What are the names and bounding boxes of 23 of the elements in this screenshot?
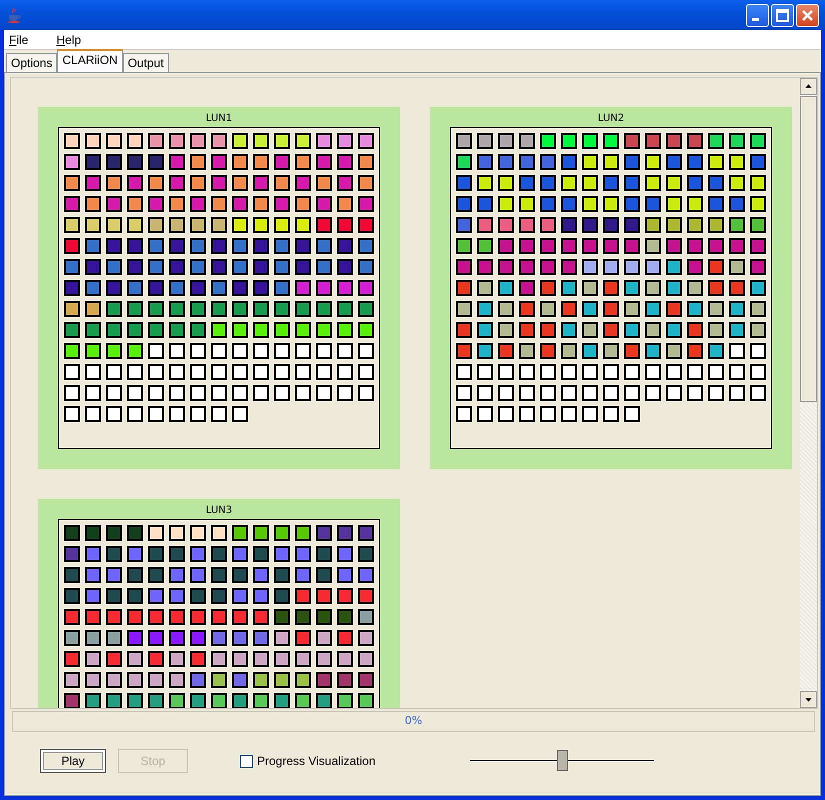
scrollbar-thumb[interactable]	[800, 96, 817, 402]
tab[interactable]: Output	[122, 53, 169, 72]
close-button[interactable]	[796, 4, 819, 26]
panel-title: LUN1	[206, 112, 232, 126]
coffee-cup-icon	[6, 7, 22, 23]
scroll-down-button[interactable]	[800, 691, 817, 708]
push-button[interactable]: Play	[40, 749, 106, 773]
maximize-button[interactable]	[771, 4, 794, 26]
checkbox[interactable]	[240, 754, 253, 768]
panel-title: LUN3	[206, 504, 232, 518]
slider-thumb[interactable]	[556, 750, 568, 771]
tab[interactable]: CLARiiON	[57, 49, 123, 72]
vertical-scrollbar[interactable]	[800, 78, 817, 708]
progress-label: 0%	[404, 714, 424, 727]
minimize-button[interactable]	[746, 4, 769, 26]
menu-item[interactable]: File	[9, 32, 28, 46]
menu-item[interactable]: Help	[56, 32, 82, 46]
checkbox-label[interactable]: Progress Visualization	[257, 754, 376, 768]
scroll-up-button[interactable]	[800, 78, 817, 95]
panel-title: LUN2	[598, 112, 624, 126]
speed-slider[interactable]	[470, 750, 654, 772]
minimize-icon	[752, 18, 759, 20]
tab[interactable]: Options	[6, 53, 58, 72]
